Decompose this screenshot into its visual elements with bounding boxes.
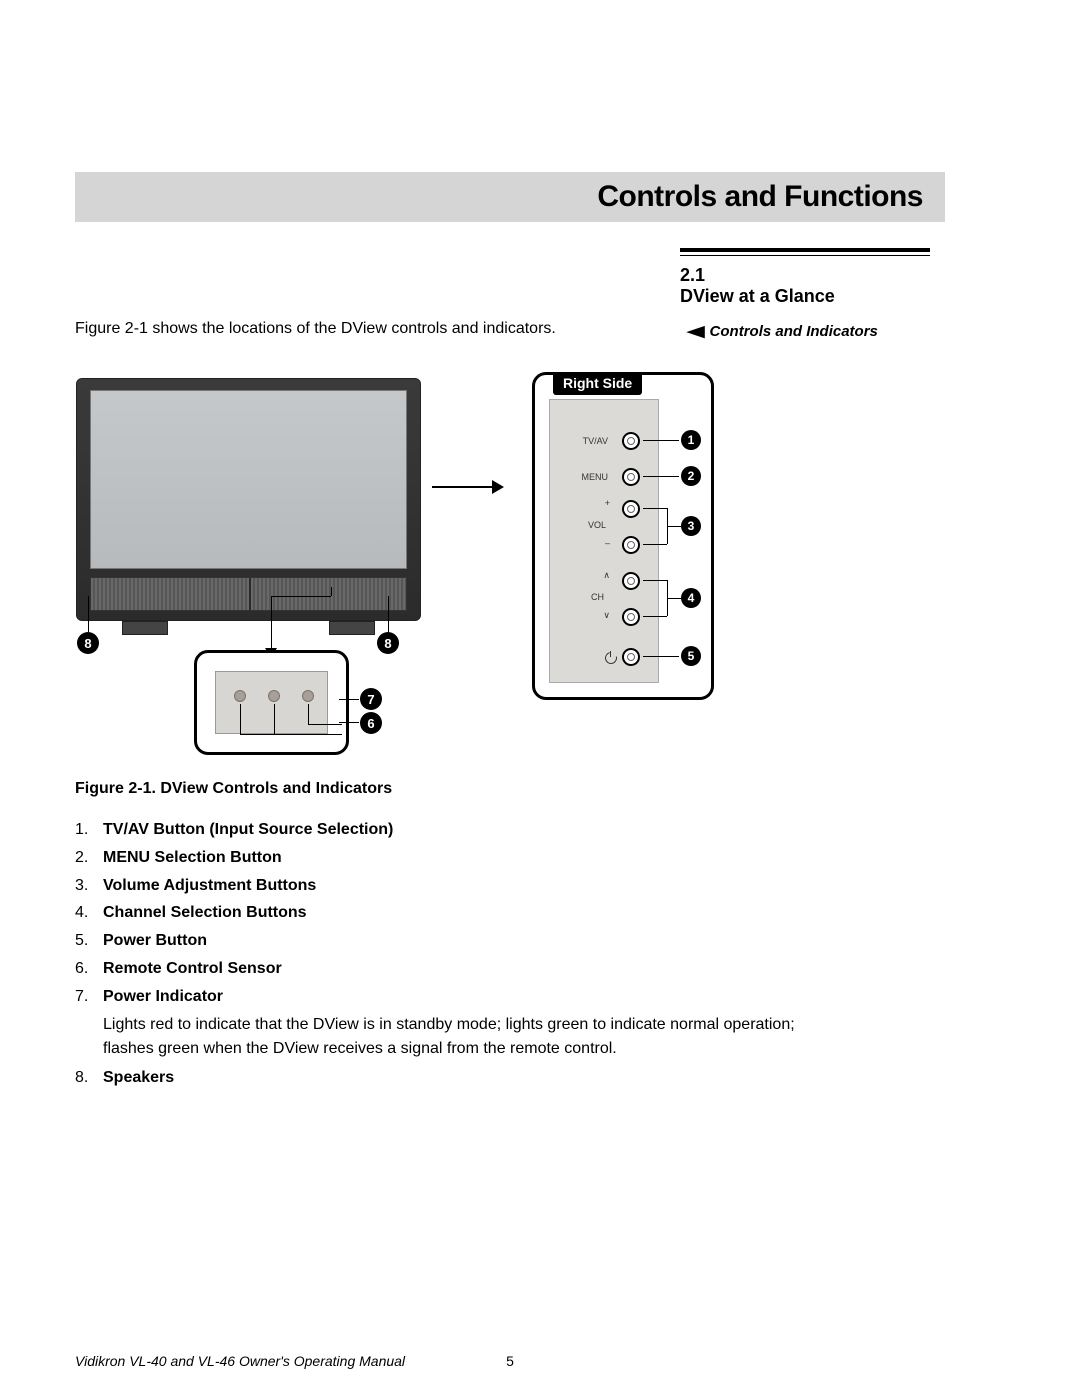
callout-4: 4 (681, 588, 701, 608)
callout-leader (667, 508, 668, 526)
callout-leader (240, 734, 274, 735)
callout-5: 5 (681, 646, 701, 666)
power-button (622, 648, 640, 666)
panel-label-vol: VOL (576, 520, 606, 530)
callout-leader (667, 598, 668, 616)
arrow-right-icon (432, 480, 504, 494)
footer-page-number: 5 (506, 1353, 514, 1369)
panel-label-ch: CH (580, 592, 604, 602)
callout-leader (643, 656, 679, 657)
callout-leader (240, 704, 241, 734)
callout-leader (388, 596, 389, 632)
intro-text: Figure 2-1 shows the locations of the DV… (75, 320, 635, 338)
callout-leader (308, 724, 342, 725)
callout-leader (667, 580, 668, 598)
controls-list: 1.TV/AV Button (Input Source Selection) … (75, 818, 835, 1094)
right-side-tab: Right Side (553, 372, 642, 395)
list-item: 2.MENU Selection Button (75, 846, 835, 871)
list-item: 8.Speakers (75, 1066, 835, 1091)
page-footer: Vidikron VL-40 and VL-46 Owner's Operati… (75, 1353, 945, 1369)
callout-3: 3 (681, 516, 701, 536)
callout-6: 6 (360, 712, 382, 734)
panel-label-tvav: TV/AV (568, 436, 608, 446)
callout-leader (667, 526, 681, 527)
callout-leader (271, 596, 331, 597)
callout-leader (667, 526, 668, 544)
list-item: 6.Remote Control Sensor (75, 957, 835, 982)
margin-subhead: ◀ Controls and Indicators (690, 322, 878, 340)
margin-subhead-text: Controls and Indicators (710, 323, 878, 340)
tv-screen (90, 390, 407, 569)
callout-leader (643, 616, 667, 617)
speaker-divider (249, 578, 251, 610)
callout-leader (88, 596, 89, 632)
tv-illustration (76, 378, 421, 621)
panel-label-vol-plus: + (598, 498, 610, 508)
callout-leader (274, 704, 275, 734)
callout-leader (643, 580, 667, 581)
callout-leader (271, 596, 272, 650)
callout-leader (643, 476, 679, 477)
tv-speaker-grille (90, 577, 407, 611)
callout-leader (643, 508, 667, 509)
ch-down-button (622, 608, 640, 626)
list-item: 3.Volume Adjustment Buttons (75, 874, 835, 899)
panel-label-ch-up: ∧ (598, 570, 610, 581)
chapter-title-bar: Controls and Functions (75, 172, 945, 222)
tv-stand-left (122, 621, 168, 635)
footer-manual-title: Vidikron VL-40 and VL-46 Owner's Operati… (75, 1353, 405, 1369)
panel-label-menu: MENU (568, 472, 608, 482)
vol-up-button (622, 500, 640, 518)
callout-leader (339, 699, 359, 700)
figure-caption: Figure 2-1. DView Controls and Indicator… (75, 780, 392, 798)
callout-leader (274, 734, 342, 735)
list-item: 5.Power Button (75, 929, 835, 954)
sensor-detail-inner (215, 671, 328, 734)
list-item: 1.TV/AV Button (Input Source Selection) (75, 818, 835, 843)
indicator-dot (268, 690, 280, 702)
section-heading: 2.1 DView at a Glance (680, 248, 930, 307)
callout-leader (331, 587, 332, 596)
figure-2-1: 8 8 7 6 Right Side TV/A (64, 364, 644, 764)
chapter-title: Controls and Functions (597, 180, 923, 214)
tvav-button (622, 432, 640, 450)
list-item: 7.Power Indicator (75, 985, 835, 1010)
panel-label-ch-down: ∨ (598, 610, 610, 621)
callout-8-left: 8 (77, 632, 99, 654)
ch-up-button (622, 572, 640, 590)
tv-stand-right (329, 621, 375, 635)
right-side-panel: Right Side TV/AV MENU + VOL – ∧ CH ∨ (532, 372, 714, 700)
panel-label-vol-minus: – (598, 538, 610, 548)
power-icon (605, 652, 617, 664)
section-rule (680, 248, 930, 256)
callout-8-right: 8 (377, 632, 399, 654)
callout-7: 7 (360, 688, 382, 710)
callout-leader (308, 704, 309, 724)
indicator-dot (302, 690, 314, 702)
menu-button (622, 468, 640, 486)
section-number: 2.1 (680, 265, 930, 286)
sensor-detail-box (194, 650, 349, 755)
callout-leader (667, 598, 681, 599)
indicator-dot (234, 690, 246, 702)
list-item-description: Lights red to indicate that the DView is… (103, 1013, 835, 1063)
section-title: DView at a Glance (680, 286, 930, 307)
callout-leader (339, 722, 359, 723)
callout-leader (643, 544, 667, 545)
callout-2: 2 (681, 466, 701, 486)
list-item: 4.Channel Selection Buttons (75, 901, 835, 926)
vol-down-button (622, 536, 640, 554)
callout-1: 1 (681, 430, 701, 450)
callout-leader (643, 440, 679, 441)
right-side-panel-body: TV/AV MENU + VOL – ∧ CH ∨ (549, 399, 659, 683)
triangle-left-icon: ◀ (687, 322, 704, 340)
